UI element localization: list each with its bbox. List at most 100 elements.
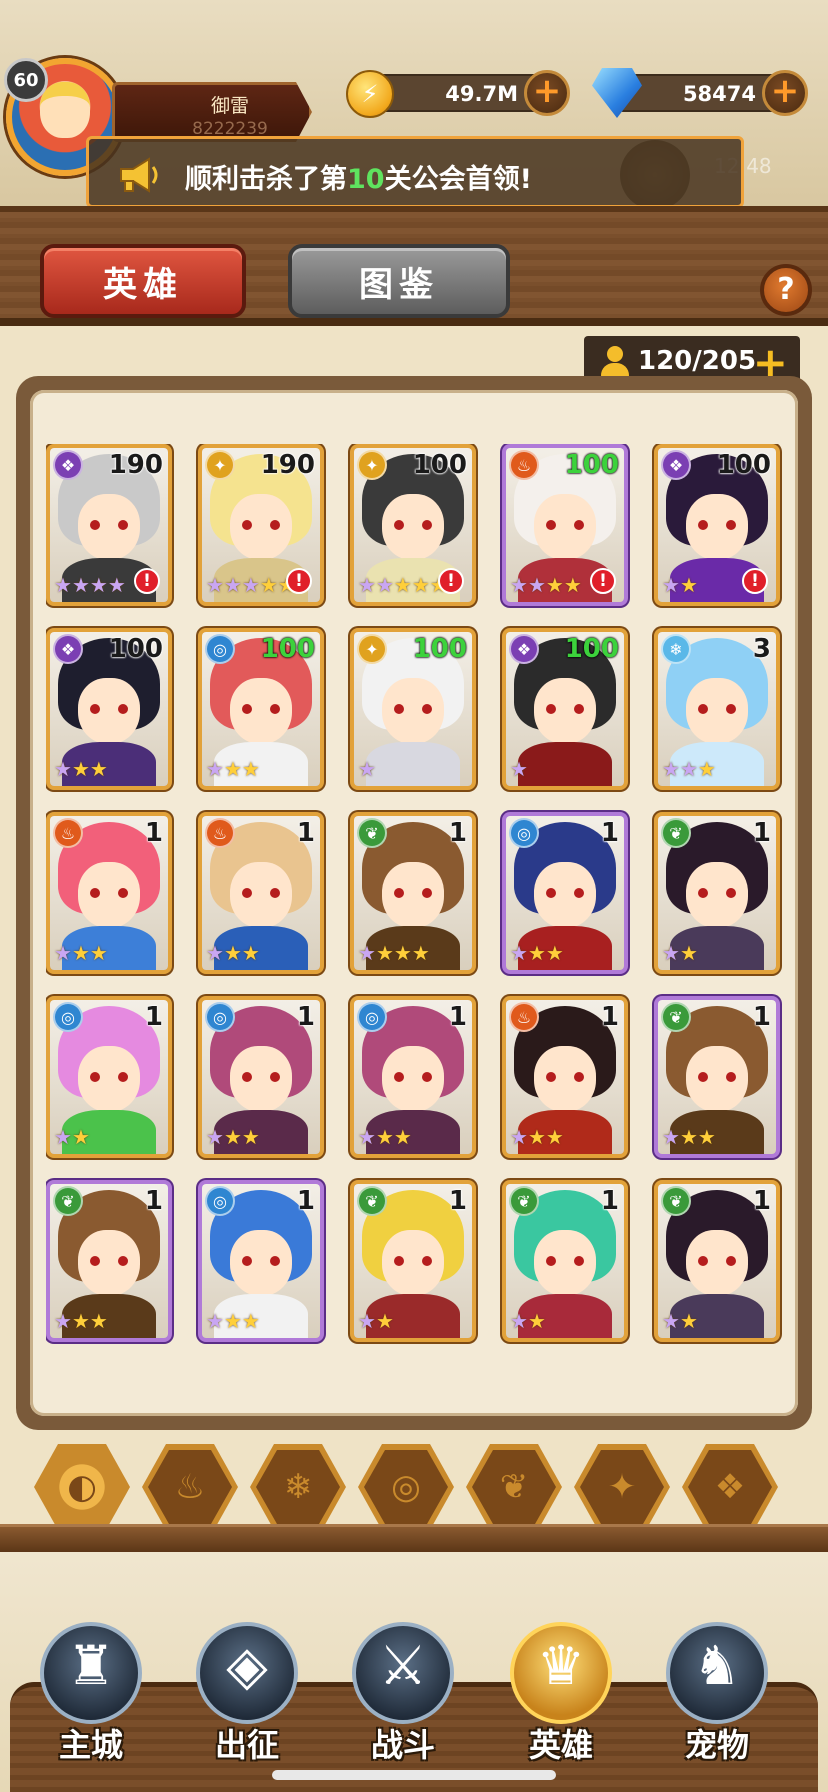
hero-card[interactable]: ❦ 1 ★ ★: [654, 1180, 780, 1342]
all-filter-button[interactable]: ◐: [34, 1444, 130, 1530]
hero-card[interactable]: ◎ 1 ★ ★ ★: [350, 996, 476, 1158]
star-icon: ★: [510, 941, 528, 965]
hero-card[interactable]: ❦ 1 ★ ★ ★: [654, 996, 780, 1158]
star-icon: ★: [358, 1309, 376, 1333]
nav-label: 宠物: [684, 1726, 749, 1764]
hero-face: [534, 1230, 596, 1296]
star-icon: ★: [223, 1309, 242, 1333]
ice-filter-button[interactable]: ❄: [250, 1444, 346, 1530]
hero-card[interactable]: ♨ 1 ★ ★ ★: [502, 996, 628, 1158]
star-icon: ★: [679, 1125, 698, 1149]
star-icon: ★: [563, 573, 582, 597]
hero-card[interactable]: ❖ 100 ★ ★!: [654, 444, 780, 606]
player-name: 御雷: [210, 95, 249, 117]
star-icon: ★: [662, 573, 680, 597]
hero-card[interactable]: ❦ 1 ★ ★ ★: [46, 1180, 172, 1342]
home-indicator[interactable]: [272, 1770, 556, 1780]
star-icon: ★: [223, 757, 242, 781]
light-element-icon: ✦: [357, 634, 387, 664]
hero-card[interactable]: ✦ 100 ★: [350, 628, 476, 790]
nav-castle[interactable]: ♜ 主城: [26, 1622, 156, 1792]
hero-card[interactable]: ❦ 1 ★ ★: [350, 1180, 476, 1342]
tab-codex[interactable]: 图鉴: [288, 244, 510, 318]
nature-element-icon: ❦: [661, 1186, 691, 1216]
hero-card[interactable]: ◎ 1 ★ ★: [46, 996, 172, 1158]
hero-card[interactable]: ◎ 1 ★ ★ ★: [198, 1180, 324, 1342]
help-button[interactable]: ?: [760, 264, 812, 316]
hero-card[interactable]: ❦ 1 ★ ★: [502, 1180, 628, 1342]
hero-card[interactable]: ♨ 100 ★ ★ ★ ★!: [502, 444, 628, 606]
hero-card[interactable]: ♨ 1 ★ ★ ★: [46, 812, 172, 974]
add-gold-button[interactable]: +: [524, 70, 570, 116]
hero-star-rating: ★ ★: [662, 1310, 698, 1334]
star-icon: ★: [662, 1125, 680, 1149]
hero-star-rating: ★ ★ ★: [206, 1310, 260, 1334]
hero-face: [78, 1230, 140, 1296]
dark-filter-button[interactable]: ❖: [682, 1444, 778, 1530]
tab-heroes[interactable]: 英雄: [40, 244, 246, 318]
upgrade-alert-icon: !: [742, 568, 768, 594]
crystal-icon: ◈: [226, 1634, 268, 1697]
star-icon: ★: [206, 1125, 224, 1149]
hero-star-rating: ★ ★ ★: [206, 758, 260, 782]
star-icon: ★: [358, 1125, 376, 1149]
player-name-plate[interactable]: 御雷 8222239: [112, 82, 312, 142]
hero-card[interactable]: ◎ 100 ★ ★ ★: [198, 628, 324, 790]
hero-star-rating: ★ ★ ★: [510, 942, 564, 966]
nav-crystal[interactable]: ◈ 出征: [182, 1622, 312, 1792]
hero-capacity-count: 120/205: [638, 346, 757, 376]
hero-eye: [242, 888, 252, 898]
hero-star-rating: ★★★★★: [358, 574, 448, 598]
hero-card[interactable]: ✦ 190 ★★★★★!: [198, 444, 324, 606]
hero-card[interactable]: ❖ 100 ★ ★ ★: [46, 628, 172, 790]
star-icon: ★: [545, 941, 564, 965]
hero-eye: [726, 1072, 736, 1082]
water-element-icon: ◎: [357, 1002, 387, 1032]
hero-eye: [270, 888, 280, 898]
hero-card[interactable]: ◎ 1 ★ ★ ★: [198, 996, 324, 1158]
hero-eye: [574, 1072, 584, 1082]
hero-grid[interactable]: ❖190★★★★!✦190★★★★★!✦100★★★★★!♨100★★★★!❖1…: [46, 444, 782, 1346]
nav-dragon-pet[interactable]: ♞ 宠物: [652, 1622, 782, 1792]
star-icon: ★: [510, 757, 528, 781]
nature-element-icon: ❦: [661, 818, 691, 848]
star-icon: ★: [411, 573, 430, 597]
hero-card[interactable]: ❖ 100 ★: [502, 628, 628, 790]
avatar-portrait: [40, 82, 90, 138]
hero-eye: [242, 704, 252, 714]
hero-eye: [242, 1256, 252, 1266]
upgrade-alert-icon: !: [590, 568, 616, 594]
nature-filter-button[interactable]: ❦: [466, 1444, 562, 1530]
hero-level: 1: [600, 818, 619, 848]
fire-filter-button[interactable]: ♨: [142, 1444, 238, 1530]
water-element-icon: ◎: [53, 1002, 83, 1032]
hero-face: [686, 678, 748, 744]
light-filter-button[interactable]: ✦: [574, 1444, 670, 1530]
hero-level: 100: [564, 450, 619, 480]
star-icon: ★: [358, 573, 376, 597]
hero-card[interactable]: ❖ 190 ★ ★ ★ ★!: [46, 444, 172, 606]
nav-battle-shield[interactable]: ⚔ 战斗: [338, 1622, 468, 1792]
hero-eye: [546, 888, 556, 898]
hero-level: 1: [448, 1002, 467, 1032]
nav-hero-crest[interactable]: ♛ 英雄: [496, 1622, 626, 1792]
hero-eye: [574, 520, 584, 530]
water-filter-button[interactable]: ◎: [358, 1444, 454, 1530]
announcement-ticker: 顺利击杀了第10关公会首领!: [86, 136, 744, 208]
hero-level: 1: [144, 1002, 163, 1032]
star-icon: ★: [89, 757, 108, 781]
fire-element-icon: ♨: [509, 450, 539, 480]
hero-card[interactable]: ♨ 1 ★ ★ ★: [198, 812, 324, 974]
star-icon: ★: [545, 573, 564, 597]
add-gems-button[interactable]: +: [762, 70, 808, 116]
hero-card[interactable]: ❦ 1 ★ ★ ★ ★: [350, 812, 476, 974]
dark-element-icon: ❖: [53, 634, 83, 664]
hero-level: 1: [448, 1186, 467, 1216]
nature-element-icon: ❦: [357, 1186, 387, 1216]
hero-card[interactable]: ❦ 1 ★ ★: [654, 812, 780, 974]
hero-card[interactable]: ✦ 100 ★★★★★!: [350, 444, 476, 606]
hero-card[interactable]: ❄ 3 ★ ★ ★: [654, 628, 780, 790]
star-icon: ★: [679, 1309, 698, 1333]
hero-card[interactable]: ◎ 1 ★ ★ ★: [502, 812, 628, 974]
hero-level: 190: [260, 450, 315, 480]
